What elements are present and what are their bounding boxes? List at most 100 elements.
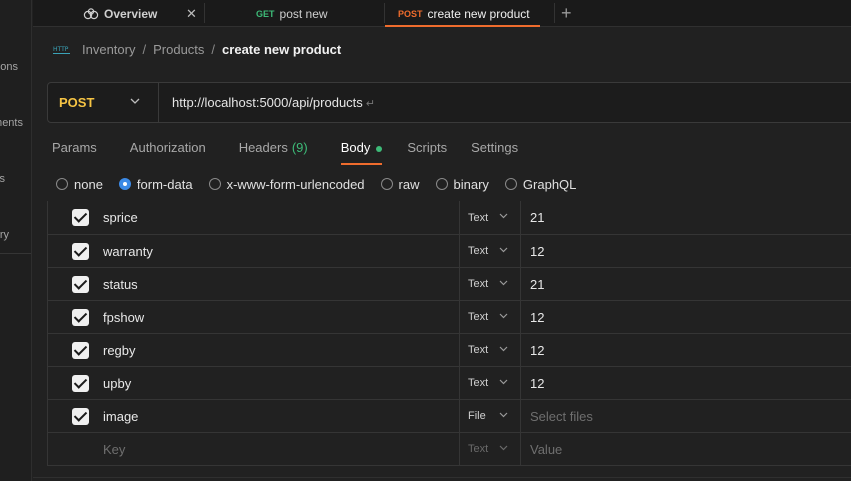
radio-none[interactable]: none [56, 177, 103, 192]
table-row: sprice Text 21 [48, 201, 851, 234]
request-tabs: Params Authorization Headers (9) Body Scr… [52, 137, 551, 165]
chevron-down-icon [499, 313, 508, 319]
type-label: Text [468, 377, 489, 389]
table-row: warranty Text 12 [48, 234, 851, 267]
radio-label: GraphQL [522, 176, 577, 192]
key-field[interactable]: fpshow [97, 301, 460, 333]
type-select[interactable]: Text [460, 235, 521, 267]
chevron-down-icon [499, 247, 508, 253]
breadcrumb-separator: / [211, 41, 216, 57]
breadcrumb: HTTP Inventory / Products / create new p… [52, 38, 341, 60]
left-sidebar: ions ments s ry [0, 0, 32, 481]
method-label: POST [59, 95, 95, 110]
type-select[interactable]: File [460, 400, 521, 432]
sidebar-item-environments[interactable]: ments [0, 117, 23, 129]
row-checkbox[interactable] [71, 308, 89, 326]
key-field[interactable]: sprice [97, 201, 460, 234]
table-row: fpshow Text 12 [48, 300, 851, 333]
value-input[interactable]: Value [521, 433, 851, 465]
type-select[interactable]: Text [460, 334, 521, 366]
type-label: Text [468, 211, 489, 224]
table-row: image File Select files [48, 399, 851, 432]
key-field[interactable]: status [97, 268, 460, 300]
overview-icon [83, 7, 99, 19]
sidebar-item-collections[interactable]: ions [0, 61, 18, 73]
type-select[interactable]: Text [460, 301, 521, 333]
method-badge: POST [398, 8, 423, 19]
value-field[interactable]: 12 [521, 367, 851, 399]
tab-divider [554, 3, 555, 23]
tab-settings[interactable]: Settings [471, 137, 518, 165]
radio-graphql[interactable]: GraphQL [504, 176, 577, 192]
tab-label: Overview [104, 6, 158, 21]
table-row: status Text 21 [48, 267, 851, 300]
tab-params[interactable]: Params [52, 137, 97, 165]
tab-post-new[interactable]: GET post new [256, 0, 328, 27]
value-field[interactable]: 12 [521, 301, 851, 333]
chevron-down-icon [499, 412, 508, 418]
key-field[interactable]: image [97, 400, 460, 432]
row-checkbox[interactable] [71, 374, 89, 392]
key-input[interactable]: Key [97, 433, 460, 465]
value-field[interactable]: 12 [521, 334, 851, 366]
body-indicator-dot [376, 146, 383, 152]
radio-form-data[interactable]: form-data [118, 177, 193, 192]
radio-circle [504, 178, 517, 190]
type-label: Text [468, 245, 489, 257]
radio-label: none [74, 176, 103, 192]
table-row-new: Key Text Value [48, 432, 851, 465]
type-select[interactable]: Text [460, 201, 521, 234]
return-icon: ↵ [365, 98, 376, 110]
body-type-options: none form-data x-www-form-urlencoded raw… [56, 175, 592, 193]
breadcrumb-products[interactable]: Products [153, 42, 204, 57]
page-title[interactable]: create new product [222, 42, 341, 57]
sidebar-item-history[interactable]: ry [0, 229, 9, 241]
url-input[interactable]: http://localhost:5000/api/products ↵ [172, 95, 375, 110]
row-checkbox[interactable] [71, 341, 89, 359]
new-tab-button[interactable]: + [561, 0, 572, 27]
radio-binary[interactable]: binary [435, 176, 489, 192]
tab-scripts[interactable]: Scripts [407, 137, 447, 165]
row-checkbox[interactable] [71, 209, 89, 226]
row-checkbox[interactable] [71, 407, 89, 425]
tab-label: Settings [471, 140, 519, 155]
type-select[interactable]: Text [460, 367, 521, 399]
tab-label: Params [52, 140, 97, 155]
key-field[interactable]: warranty [97, 235, 460, 267]
close-icon[interactable]: ✕ [186, 0, 197, 27]
tab-divider [204, 3, 205, 23]
tab-label: post new [279, 6, 328, 21]
radio-circle [56, 178, 68, 190]
row-checkbox[interactable] [71, 275, 89, 293]
value-field[interactable]: 21 [521, 201, 851, 234]
radio-circle [208, 178, 221, 190]
radio-x-www-form-urlencoded[interactable]: x-www-form-urlencoded [208, 177, 365, 192]
radio-label: binary [453, 176, 489, 192]
tab-label: Body [340, 140, 371, 155]
chevron-down-icon [499, 280, 508, 286]
tab-overview[interactable]: Overview [83, 0, 157, 27]
type-label: Text [468, 443, 489, 455]
key-field[interactable]: regby [97, 334, 460, 366]
type-select[interactable]: Text [460, 268, 521, 300]
url-value: http://localhost:5000/api/products [172, 95, 363, 110]
value-field[interactable]: 12 [521, 235, 851, 267]
tab-headers[interactable]: Headers (9) [239, 137, 308, 165]
breadcrumb-inventory[interactable]: Inventory [82, 42, 135, 57]
tab-authorization[interactable]: Authorization [130, 137, 206, 165]
tab-create-new-product[interactable]: POST create new product [398, 0, 530, 27]
select-files-button[interactable]: Select files [521, 400, 851, 432]
value-field[interactable]: 21 [521, 268, 851, 300]
http-request-icon: HTTP [53, 46, 70, 54]
method-select[interactable]: POST [48, 83, 159, 122]
tab-body[interactable]: Body [340, 137, 383, 165]
sidebar-item-apis[interactable]: s [0, 173, 5, 185]
chevron-down-icon [130, 98, 140, 104]
table-row: regby Text 12 [48, 333, 851, 366]
headers-count: (9) [291, 140, 308, 155]
tab-label: Headers [238, 140, 288, 155]
type-select[interactable]: Text [460, 433, 521, 465]
key-field[interactable]: upby [97, 367, 460, 399]
row-checkbox[interactable] [71, 242, 89, 260]
radio-raw[interactable]: raw [380, 177, 420, 192]
